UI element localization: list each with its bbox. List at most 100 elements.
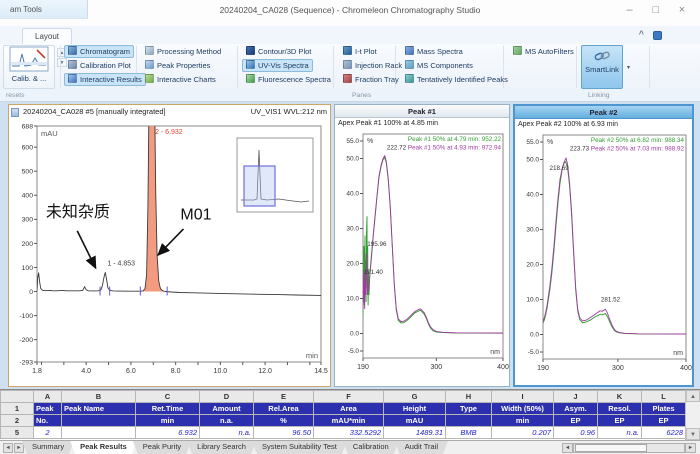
hscroll-left-icon[interactable]: ◄ <box>562 443 573 453</box>
tabs-nav-left-icon[interactable]: ◄ <box>3 443 13 453</box>
row-number[interactable]: 2 <box>1 415 34 427</box>
ribbon-tab-layout[interactable]: Layout <box>22 28 72 44</box>
header-cell-plates[interactable]: Plates <box>642 403 686 415</box>
column-letter-k[interactable]: K <box>598 391 642 403</box>
data-cell[interactable]: 0.96 <box>554 427 598 439</box>
peak-1-pane-header[interactable]: Peak #1 <box>335 105 509 118</box>
ribbon-button-fluorescence-spectra[interactable]: Fluorescence Spectra <box>242 73 335 86</box>
column-letter-d[interactable]: D <box>200 391 254 403</box>
ribbon-button-uv-vis-spectra[interactable]: UV-Vis Spectra <box>242 59 313 72</box>
sheet-tab-peak-purity[interactable]: Peak Purity <box>133 441 191 454</box>
ribbon-button-peak-properties[interactable]: Peak Properties <box>141 59 214 72</box>
data-cell[interactable]: 2 <box>34 427 62 439</box>
ribbon-button-interactive-charts[interactable]: Interactive Charts <box>141 73 220 86</box>
sheet-tab-calibration[interactable]: Calibration <box>343 441 399 454</box>
minimize-button[interactable]: – <box>618 2 642 20</box>
header-cell-resol[interactable]: EP <box>598 415 642 427</box>
sheet-tab-system-suitability-test[interactable]: System Suitability Test <box>252 441 347 454</box>
ribbon-button-contour-3d-plot[interactable]: Contour/3D Plot <box>242 45 315 58</box>
ribbon-button-calibration-plot[interactable]: Calibration Plot <box>64 59 135 72</box>
scroll-down-icon[interactable]: ▼ <box>686 428 700 440</box>
header-cell-peak-name[interactable]: Peak Name <box>62 403 136 415</box>
column-letter-h[interactable]: H <box>446 391 492 403</box>
table-vertical-scrollbar[interactable]: ▲ ▼ <box>685 390 700 441</box>
help-icon[interactable] <box>653 31 662 40</box>
ribbon-button-tentatively-identified-peaks[interactable]: Tentatively Identified Peaks <box>401 73 512 86</box>
hscroll-track[interactable] <box>573 443 685 453</box>
column-letter-c[interactable]: C <box>136 391 200 403</box>
data-cell[interactable]: 332.5292 <box>314 427 384 439</box>
pin-icon[interactable] <box>11 108 19 117</box>
ribbon-button-fraction-tray[interactable]: Fraction Tray <box>339 73 403 86</box>
data-cell[interactable]: 96.50 <box>254 427 314 439</box>
peak-1-spectrum-plot[interactable]: 55.050.040.030.020.010.00.0-5.0190300400… <box>335 130 509 386</box>
header-cell-ret-time[interactable]: Ret.Time <box>136 403 200 415</box>
data-cell[interactable] <box>62 427 136 439</box>
header-cell-area[interactable]: mAU*min <box>314 415 384 427</box>
column-letter-g[interactable]: G <box>384 391 446 403</box>
ribbon-button-mass-spectra[interactable]: Mass Spectra <box>401 45 467 58</box>
column-letter-a[interactable]: A <box>34 391 62 403</box>
data-cell[interactable]: 1489.31 <box>384 427 446 439</box>
header-cell-rel-area[interactable]: % <box>254 415 314 427</box>
sheet-tab-peak-results[interactable]: Peak Results <box>70 441 137 454</box>
data-cell[interactable]: n.a. <box>200 427 254 439</box>
header-cell-rel-area[interactable]: Rel.Area <box>254 403 314 415</box>
header-cell-peak-name[interactable] <box>62 415 136 427</box>
header-cell-width-50[interactable]: Width (50%) <box>492 403 554 415</box>
ribbon-button-injection-rack[interactable]: Injection Rack <box>339 59 406 72</box>
data-cell[interactable]: BMB <box>446 427 492 439</box>
tabs-nav-right-icon[interactable]: ► <box>14 443 24 453</box>
inset-zoom-selection[interactable] <box>244 166 275 206</box>
header-cell-amount[interactable]: n.a. <box>200 415 254 427</box>
header-cell-height[interactable]: mAU <box>384 415 446 427</box>
header-cell-resol[interactable]: Resol. <box>598 403 642 415</box>
peak-2-spectrum-plot[interactable]: 55.050.040.030.020.010.00.0-5.0190300400… <box>515 131 692 387</box>
scroll-up-icon[interactable]: ▲ <box>686 390 700 402</box>
ribbon-button-chromatogram[interactable]: Chromatogram <box>64 45 134 58</box>
column-letter-b[interactable]: B <box>62 391 136 403</box>
column-letter-l[interactable]: L <box>642 391 686 403</box>
data-cell[interactable]: 6228 <box>642 427 686 439</box>
column-letter-j[interactable]: J <box>554 391 598 403</box>
header-cell-peak[interactable]: No. <box>34 415 62 427</box>
sheet-tab-audit-trail[interactable]: Audit Trail <box>395 441 448 454</box>
results-grid[interactable]: ABCDEFGHIJKL1PeakPeak NameRet.TimeAmount… <box>0 390 686 439</box>
horizontal-scrollbar[interactable]: ◄► <box>562 443 696 453</box>
ribbon-button-ms-autofilters[interactable]: MS AutoFilters <box>509 45 578 58</box>
header-cell-width-50[interactable]: min <box>492 415 554 427</box>
header-cell-area[interactable]: Area <box>314 403 384 415</box>
chromatogram-pane-header[interactable]: 20240204_CA028 #5 [manually integrated] … <box>9 105 330 120</box>
header-cell-peak[interactable]: Peak <box>34 403 62 415</box>
data-cell[interactable]: 0.207 <box>492 427 554 439</box>
sheet-tab-library-search[interactable]: Library Search <box>187 441 256 454</box>
row-number[interactable]: 1 <box>1 403 34 415</box>
column-letter-i[interactable]: I <box>492 391 554 403</box>
close-button[interactable]: × <box>670 2 694 20</box>
header-cell-ret-time[interactable]: min <box>136 415 200 427</box>
column-letter-e[interactable]: E <box>254 391 314 403</box>
chromatogram-plot[interactable]: 6886005004003002001000-100-200-2931.84.0… <box>9 120 330 386</box>
restore-button[interactable]: □ <box>644 2 668 20</box>
preset-button-calibration[interactable]: Calib. & ... <box>3 45 55 89</box>
header-cell-asym[interactable]: EP <box>554 415 598 427</box>
header-cell-height[interactable]: Height <box>384 403 446 415</box>
header-cell-plates[interactable]: EP <box>642 415 686 427</box>
ribbon-button-i-t-plot[interactable]: I-t Plot <box>339 45 381 58</box>
ribbon-button-ms-components[interactable]: MS Components <box>401 59 477 72</box>
header-cell-type[interactable]: Type <box>446 403 492 415</box>
hscroll-thumb[interactable] <box>575 444 647 452</box>
column-letter-f[interactable]: F <box>314 391 384 403</box>
header-cell-type[interactable] <box>446 415 492 427</box>
ribbon-collapse-icon[interactable]: ^ <box>639 29 644 39</box>
ribbon-button-processing-method[interactable]: Processing Method <box>141 45 225 58</box>
data-cell[interactable]: n.a. <box>598 427 642 439</box>
grid-corner-cell[interactable] <box>1 391 34 403</box>
smartlink-button[interactable]: SmartLink <box>581 45 623 89</box>
peak-2-pane-header[interactable]: Peak #2 <box>515 106 692 119</box>
header-cell-asym[interactable]: Asym. <box>554 403 598 415</box>
ribbon-button-interactive-results[interactable]: Interactive Results <box>64 73 146 86</box>
hscroll-right-icon[interactable]: ► <box>685 443 696 453</box>
row-number[interactable]: 5 <box>1 427 34 439</box>
sheet-tab-summary[interactable]: Summary <box>22 441 74 454</box>
